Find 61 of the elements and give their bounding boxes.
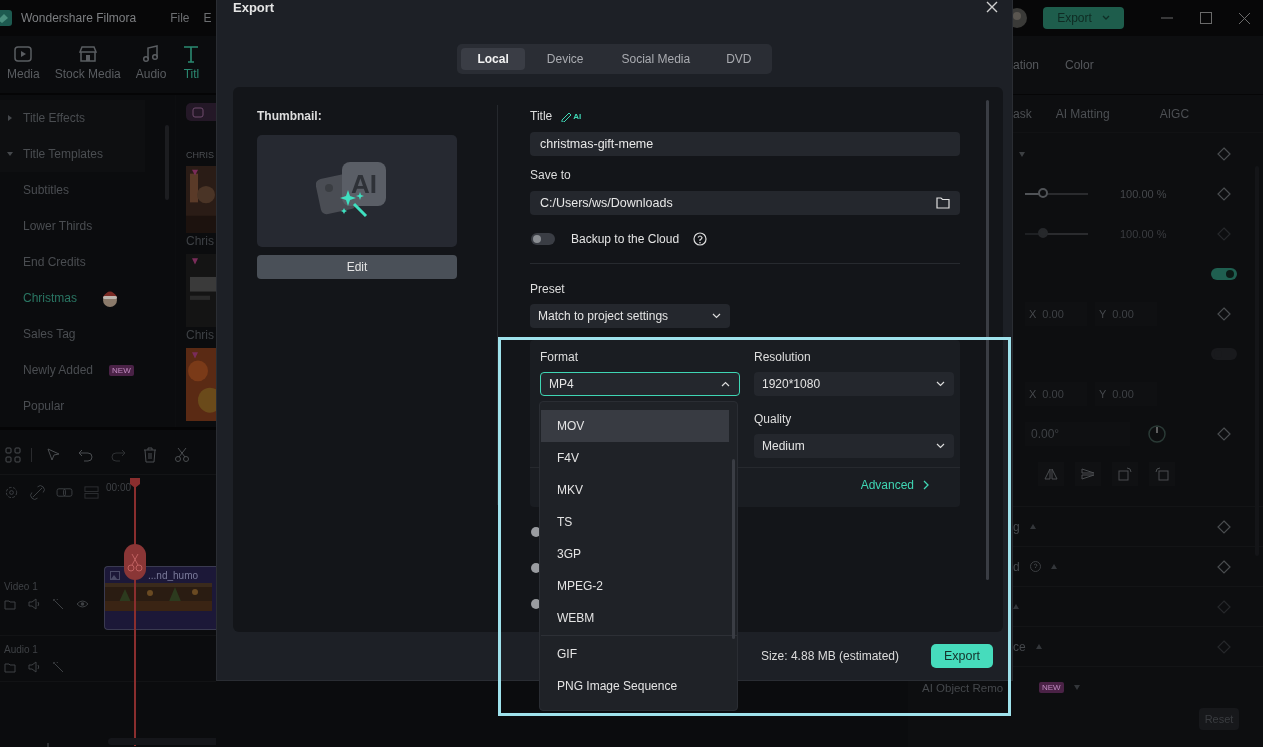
panel-tab[interactable]: Color — [1065, 58, 1094, 72]
advanced-link[interactable]: Advanced — [860, 478, 930, 492]
category-item[interactable]: End Credits — [0, 244, 175, 280]
save-to-label: Save to — [530, 168, 572, 182]
new-badge: NEW — [1039, 682, 1064, 693]
video-clip[interactable]: ...nd_humo — [104, 566, 216, 630]
save-path-field[interactable]: C:/Users/ws/Downloads — [530, 191, 960, 215]
thumbnail-label: Thumbnail: — [257, 109, 323, 123]
media-tab[interactable]: Media — [7, 44, 40, 93]
media-tab[interactable]: Stock Media — [54, 44, 121, 93]
export-tab[interactable]: Device — [528, 48, 602, 70]
export-tab[interactable]: Social Media — [605, 48, 707, 70]
format-option[interactable]: MPEG-2 — [541, 570, 729, 602]
category-item[interactable]: Christmas — [0, 280, 175, 316]
title-input[interactable]: christmas-gift-meme — [530, 132, 960, 156]
quality-label: Quality — [754, 412, 793, 426]
estimated-size: Size: 4.88 MB (estimated) — [760, 649, 899, 663]
panel-subtab[interactable]: ask — [1013, 106, 1032, 121]
format-option[interactable]: WEBM — [541, 602, 729, 634]
backup-label: Backup to the Cloud — [571, 232, 680, 246]
panel-subtab[interactable]: AIGC — [1159, 106, 1190, 121]
menu-item[interactable]: E — [203, 11, 212, 25]
quality-dropdown[interactable]: Medium — [754, 434, 954, 458]
format-option[interactable]: TS — [541, 506, 729, 538]
media-tab[interactable]: Audio — [135, 44, 167, 93]
section-title[interactable]: AI Object Remo — [922, 681, 1022, 694]
format-option[interactable]: GIF — [541, 638, 729, 670]
panel-subtab[interactable]: AI Matting — [1055, 106, 1110, 121]
section-heading: CHRIS — [186, 150, 215, 160]
category-item[interactable]: Newly Added NEW — [0, 352, 175, 388]
format-dropdown[interactable]: MP4 — [540, 372, 740, 396]
media-tab[interactable]: Titl — [181, 44, 202, 93]
resolution-label: Resolution — [754, 350, 812, 364]
format-label: Format — [540, 350, 579, 364]
clip-name: ...nd_humo — [148, 569, 199, 581]
format-option[interactable]: PNG Image Sequence — [541, 670, 729, 702]
section-title[interactable]: ce — [1013, 639, 1026, 654]
preset-label: Preset — [530, 282, 566, 296]
app-name: Wondershare Filmora — [21, 11, 137, 25]
category-item[interactable]: Popular — [0, 388, 175, 424]
dialog-title: Export — [233, 0, 275, 15]
format-option[interactable]: MKV — [541, 474, 729, 506]
slider-reading: 100.00 % — [1120, 188, 1167, 200]
edit-button[interactable]: Edit — [257, 255, 457, 279]
category-item[interactable]: Sales Tag — [0, 316, 175, 352]
export-tab[interactable]: DVD — [710, 48, 768, 70]
ai-title-button[interactable]: AI — [560, 110, 582, 122]
title-label: Title — [530, 109, 553, 123]
panel-tab[interactable]: ation — [1013, 58, 1040, 72]
export-button[interactable]: Export — [931, 644, 993, 668]
category-item[interactable]: Subtitles — [0, 172, 175, 208]
new-badge: NEW — [109, 364, 134, 376]
section-title[interactable]: d — [1013, 559, 1020, 574]
resolution-dropdown[interactable]: 1920*1080 — [754, 372, 954, 396]
preset-dropdown[interactable]: Match to project settings — [530, 304, 730, 328]
category-item[interactable]: Lower Thirds — [0, 208, 175, 244]
format-option[interactable]: F4V — [541, 442, 729, 474]
format-option[interactable]: 3GP — [541, 538, 729, 570]
menu-item[interactable]: File — [170, 11, 190, 25]
export-tab[interactable]: Local — [461, 48, 525, 70]
format-option[interactable]: MOV — [541, 410, 729, 442]
